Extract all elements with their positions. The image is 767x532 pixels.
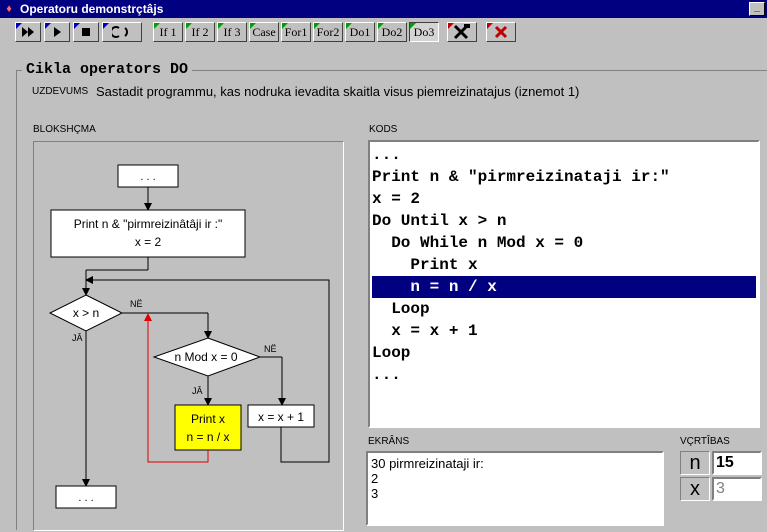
cond1-text: x > n bbox=[73, 306, 99, 320]
end-text: . . . bbox=[78, 492, 93, 504]
action2-text: x = x + 1 bbox=[258, 410, 304, 424]
toolbar-btn-label: If 2 bbox=[191, 24, 209, 39]
output-screen: 30 pirmreizinataji ir: 2 3 bbox=[366, 451, 664, 526]
values-table: n 15 x 3 bbox=[680, 451, 762, 501]
code-line: Loop bbox=[372, 300, 430, 318]
code-line: x = x + 1 bbox=[372, 322, 478, 340]
code-line: Do While n Mod x = 0 bbox=[372, 234, 584, 252]
no1-label: NË bbox=[130, 299, 143, 309]
code-line: Loop bbox=[372, 344, 411, 362]
task-label: UZDEVUMS bbox=[32, 86, 89, 97]
toolbar-btn-label: If 3 bbox=[223, 24, 241, 39]
toolbar-btn-do2[interactable]: Do2 bbox=[377, 22, 407, 42]
close-button[interactable] bbox=[486, 22, 516, 42]
code-line: Print n & "pirmreizinataji ir:" bbox=[372, 168, 670, 186]
toolbar-btn-if2[interactable]: If 2 bbox=[185, 22, 215, 42]
code-line-highlighted: n = n / x bbox=[372, 276, 756, 298]
action1-text-1: Print x bbox=[191, 412, 225, 426]
output-line: 30 pirmreizinataji ir: bbox=[371, 456, 484, 471]
settings-button[interactable] bbox=[447, 22, 477, 42]
play-button[interactable] bbox=[44, 22, 70, 42]
minimize-button[interactable]: _ bbox=[749, 2, 765, 16]
code-panel: ... Print n & "pirmreizinataji ir:" x = … bbox=[368, 140, 760, 428]
toolbar-btn-if1[interactable]: If 1 bbox=[153, 22, 183, 42]
toolbar-btn-do1[interactable]: Do1 bbox=[345, 22, 375, 42]
var-value-n: 15 bbox=[712, 451, 762, 475]
code-line: Print x bbox=[372, 256, 478, 274]
print-text-1: Print n & "pirmreizinâtâji ir :" bbox=[74, 217, 223, 231]
fast-forward-icon bbox=[22, 27, 34, 37]
screen-label: EKRÂNS bbox=[368, 436, 410, 447]
toolbar-btn-label: Do1 bbox=[349, 24, 371, 39]
toolbar-btn-for1[interactable]: For1 bbox=[281, 22, 311, 42]
toolbar-btn-if3[interactable]: If 3 bbox=[217, 22, 247, 42]
var-name-x: x bbox=[680, 477, 710, 501]
task-text: Sastadit programmu, kas nodruka ievadita… bbox=[96, 84, 580, 99]
code-line: ... bbox=[372, 366, 401, 384]
stop-icon bbox=[82, 28, 90, 36]
reset-button[interactable] bbox=[102, 22, 142, 42]
code-line: x = 2 bbox=[372, 190, 421, 208]
print-text-2: x = 2 bbox=[135, 235, 162, 249]
group-title: Cikla operators DO bbox=[22, 61, 193, 78]
start-text: . . . bbox=[140, 171, 155, 183]
toolbar: If 1 If 2 If 3 Case For1 For2 Do1 Do2 Do… bbox=[0, 19, 767, 45]
output-line: 2 bbox=[371, 471, 379, 486]
toolbar-btn-label: Do3 bbox=[413, 24, 435, 39]
stop-button[interactable] bbox=[73, 22, 99, 42]
app-icon: ♦ bbox=[6, 3, 12, 15]
toolbar-btn-do3[interactable]: Do3 bbox=[409, 22, 439, 42]
yes2-label: JÂ bbox=[192, 386, 203, 396]
var-name-n: n bbox=[680, 451, 710, 475]
toolbar-btn-label: For1 bbox=[284, 24, 308, 39]
title-bar: ♦ Operatoru demonstrçtâjs _ bbox=[0, 0, 767, 18]
reset-icon bbox=[112, 26, 128, 38]
toolbar-btn-label: If 1 bbox=[159, 24, 177, 39]
output-line: 3 bbox=[371, 486, 379, 501]
toolbar-btn-label: For2 bbox=[316, 24, 340, 39]
play-icon bbox=[54, 27, 61, 37]
toolbar-btn-label: Do2 bbox=[381, 24, 403, 39]
fast-forward-button[interactable] bbox=[15, 22, 41, 42]
close-icon bbox=[494, 25, 508, 39]
code-line: Do Until x > n bbox=[372, 212, 507, 230]
flowchart-panel: . . . Print n & "pirmreizinâtâji ir :" x… bbox=[33, 141, 344, 531]
toolbar-btn-case[interactable]: Case bbox=[249, 22, 279, 42]
code-line: ... bbox=[372, 146, 401, 164]
window-title: Operatoru demonstrçtâjs bbox=[20, 2, 164, 16]
flowchart-label: BLOKSHÇMA bbox=[33, 124, 96, 135]
cond2-text: n Mod x = 0 bbox=[174, 350, 237, 364]
var-value-x: 3 bbox=[712, 477, 762, 501]
values-label: VÇRTÎBAS bbox=[680, 436, 730, 447]
tools-icon bbox=[453, 24, 470, 40]
toolbar-btn-for2[interactable]: For2 bbox=[313, 22, 343, 42]
yes1-label: JÂ bbox=[72, 333, 83, 343]
action1-text-2: n = n / x bbox=[186, 430, 229, 444]
code-label: KODS bbox=[369, 124, 398, 135]
no2-label: NË bbox=[264, 344, 277, 354]
